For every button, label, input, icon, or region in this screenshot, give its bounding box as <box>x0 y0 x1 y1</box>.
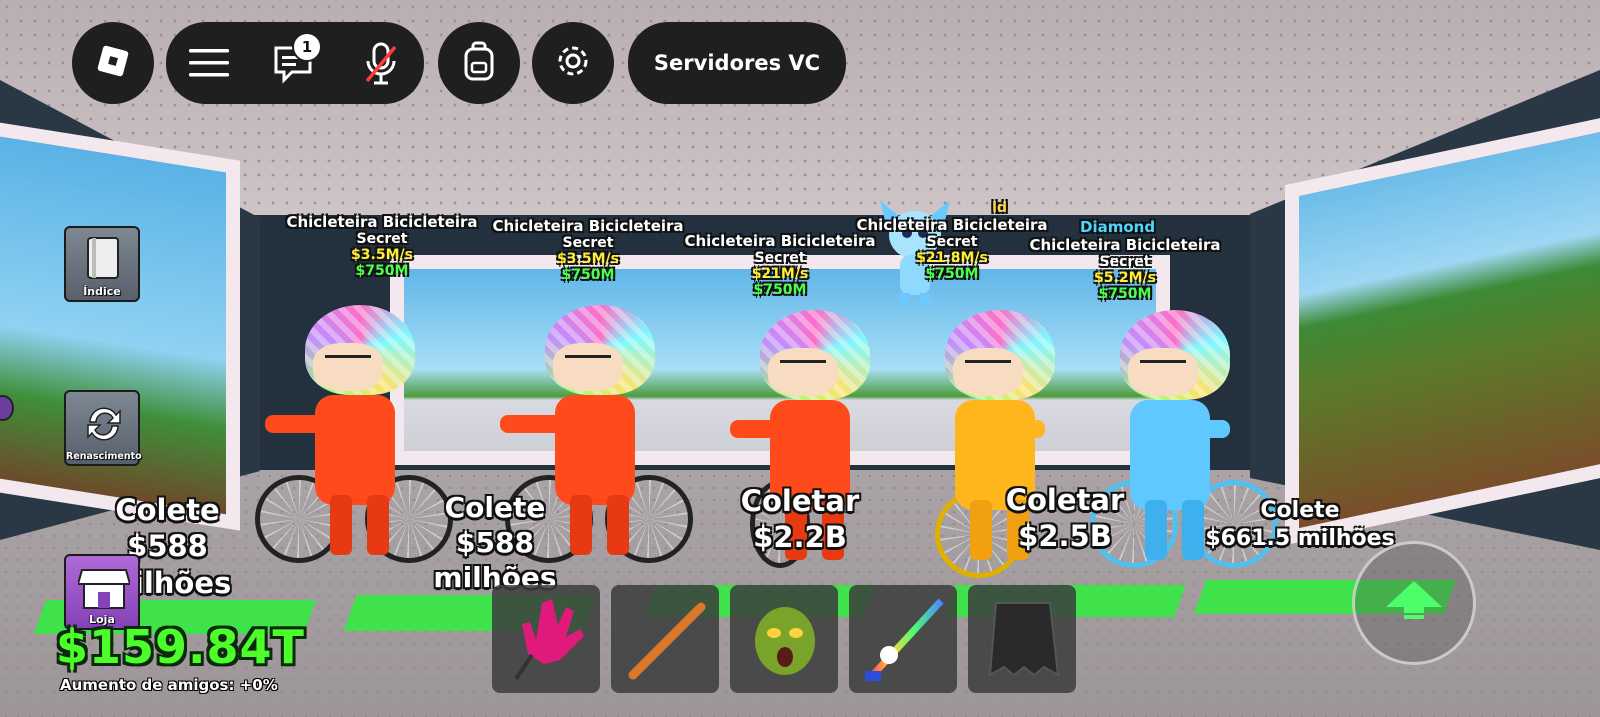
settings-button[interactable] <box>532 22 614 104</box>
character-tag: Chicleteira Bicicleteira Secret $3.5M/s … <box>488 217 688 283</box>
backpack-button[interactable] <box>438 22 520 104</box>
hotbar-slot-5[interactable] <box>968 585 1076 693</box>
collect-title: Colete <box>1260 498 1340 523</box>
money-balance: $159.84T <box>56 620 305 674</box>
gumball-head <box>545 305 655 395</box>
chat-badge: 1 <box>292 32 322 62</box>
character-tag: Diamond Chicleteira Bicicleteira Secret … <box>1020 218 1230 302</box>
income-rate: $3.5M/s <box>351 247 413 263</box>
collect-label: Colete $588 milhões <box>395 490 595 595</box>
shop-button[interactable]: Loja <box>64 554 140 630</box>
gumball-head <box>945 310 1055 400</box>
roblox-logo-icon <box>96 44 130 82</box>
unicorn-sword-icon <box>857 593 949 689</box>
character-name: Chicleteira Bicicleteira <box>492 217 684 235</box>
price-label: $750M <box>753 282 807 298</box>
shop-icon <box>76 566 132 616</box>
collect-title: Coletar <box>740 484 860 518</box>
hotbar-slot-4[interactable] <box>849 585 957 693</box>
chat-icon[interactable]: 1 <box>270 32 322 88</box>
income-rate: $21M/s <box>751 266 809 282</box>
collect-label: Coletar $2.5B <box>990 482 1140 555</box>
collect-title: Coletar <box>1005 483 1125 517</box>
collect-amount: $2.2B <box>753 520 847 555</box>
price-label: $750M <box>355 263 409 279</box>
gumball-head <box>305 305 415 395</box>
rarity-label: Secret <box>1099 254 1151 270</box>
roblox-menu-button[interactable] <box>72 22 154 104</box>
rebirth-button[interactable]: Renascimento <box>64 390 142 466</box>
hotbar-slot-1[interactable] <box>492 585 600 693</box>
rarity-label: Secret <box>562 235 614 251</box>
collect-label: Colete $661.5 milhões <box>1200 497 1400 552</box>
character-tag: Chicleteira Bicicleteira Secret $3.5M/s … <box>282 213 482 279</box>
mutation-label: ld <box>992 200 1007 216</box>
rarity-label: Secret <box>356 231 408 247</box>
character-name: Chicleteira Bicicleteira <box>1029 236 1221 254</box>
price-label: $750M <box>1098 286 1152 302</box>
menu-icon[interactable] <box>184 38 234 88</box>
price-label: $750M <box>561 267 615 283</box>
collect-amount: $2.5B <box>1018 519 1112 554</box>
income-rate: $3.5M/s <box>557 251 619 267</box>
cape-icon <box>984 599 1062 683</box>
gumball-head <box>760 310 870 400</box>
glove-icon <box>502 593 592 689</box>
character-tag: Chicleteira Bicicleteira Secret $21M/s $… <box>680 232 880 298</box>
collect-title: Colete <box>444 491 546 524</box>
rarity-label: Secret <box>754 250 806 266</box>
index-button[interactable]: Índice <box>64 226 140 302</box>
left-window <box>0 119 240 531</box>
gear-icon <box>555 43 591 83</box>
hotbar-slot-2[interactable] <box>611 585 719 693</box>
collect-title: Colete <box>115 493 220 527</box>
bat-icon <box>621 595 711 689</box>
up-arrow-icon <box>1384 579 1444 627</box>
mic-muted-icon[interactable] <box>356 38 406 88</box>
hotbar-slot-3[interactable] <box>730 585 838 693</box>
mask-icon <box>746 599 824 683</box>
income-rate: $5.2M/s <box>1094 270 1156 286</box>
mutation-label: Diamond <box>1080 218 1156 236</box>
gumball-head <box>1120 310 1230 400</box>
friends-boost-label: Aumento de amigos: +0% <box>60 676 278 694</box>
top-controls-group: 1 <box>166 22 424 104</box>
book-icon <box>84 236 124 286</box>
jump-button[interactable] <box>1352 541 1476 665</box>
rebirth-label: Renascimento <box>66 451 142 462</box>
index-label: Índice <box>83 285 121 298</box>
character-name: Chicleteira Bicicleteira <box>286 213 478 231</box>
right-window <box>1285 114 1600 546</box>
collect-label: Coletar $2.2B <box>720 483 880 556</box>
refresh-icon <box>80 400 128 452</box>
backpack-icon <box>462 41 496 85</box>
character-name: Chicleteira Bicicleteira <box>684 232 876 250</box>
servers-vc-button[interactable]: Servidores VC <box>628 22 846 104</box>
collect-amount: $661.5 milhões <box>1205 525 1395 551</box>
